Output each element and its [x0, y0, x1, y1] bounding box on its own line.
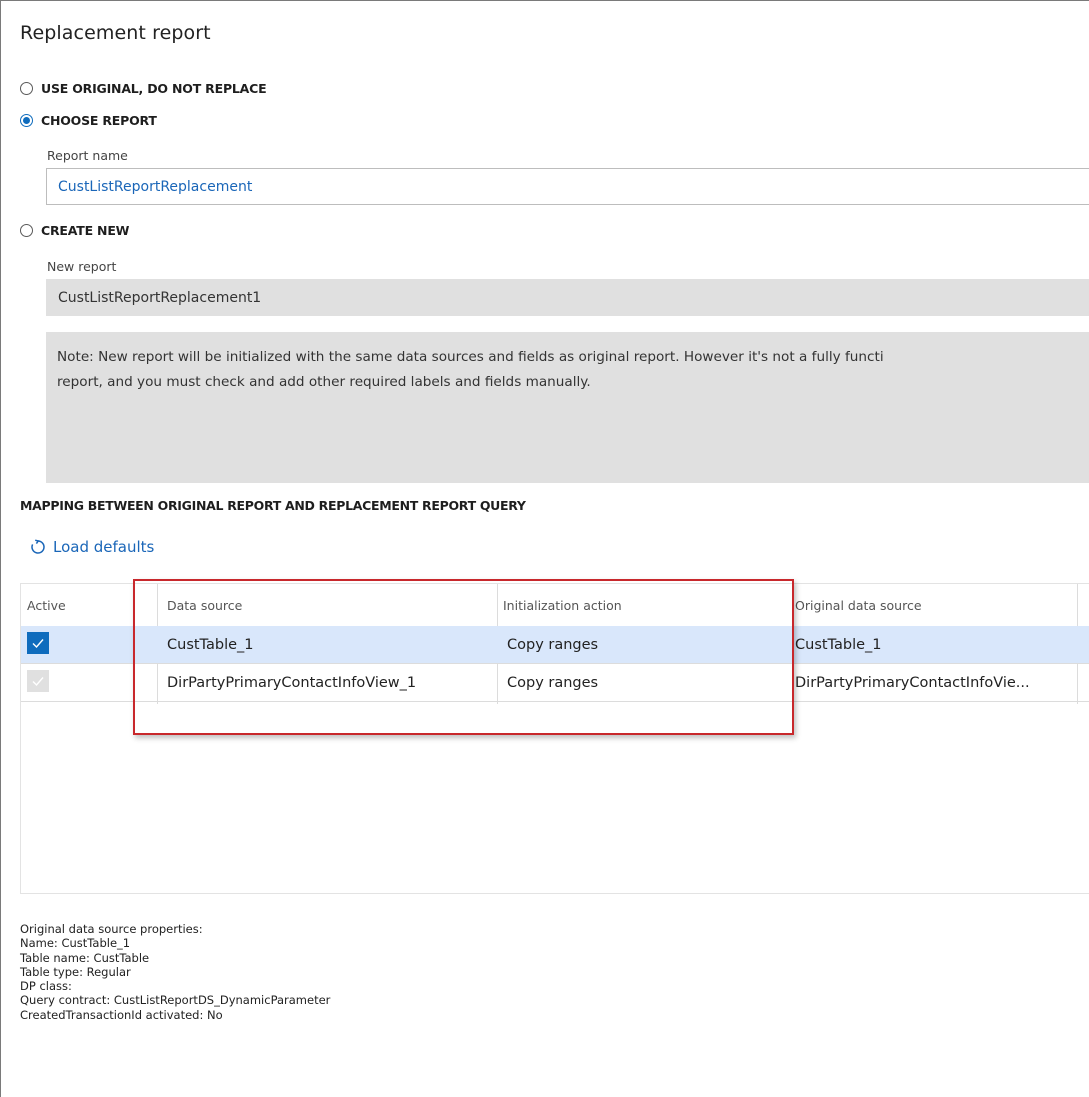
property-created-transaction: CreatedTransactionId activated: No [20, 1007, 223, 1022]
table-row[interactable]: CustTable_1 Copy ranges CustTable_1 [21, 626, 1089, 664]
property-table-name: Table name: CustTable [20, 950, 150, 965]
radio-use-original[interactable] [20, 82, 33, 95]
data-source-cell[interactable]: DirPartyPrimaryContactInfoView_1 [157, 664, 497, 701]
column-header-active[interactable]: Active [21, 584, 134, 626]
checkmark-icon [32, 639, 44, 649]
radio-create-new[interactable] [20, 224, 33, 237]
option-choose-report[interactable]: CHOOSE REPORT [20, 113, 157, 128]
new-report-value: CustListReportReplacement1 [58, 289, 262, 306]
properties-heading: Original data source properties: [20, 922, 203, 936]
init-action-cell[interactable]: Copy ranges [497, 664, 793, 701]
column-header-data-source[interactable]: Data source [161, 584, 497, 626]
load-defaults-button[interactable]: Load defaults [30, 538, 154, 556]
table-row[interactable]: DirPartyPrimaryContactInfoView_1 Copy ra… [21, 664, 1089, 702]
radio-choose-report[interactable] [20, 114, 33, 127]
data-source-properties: Original data source properties: Name: C… [20, 922, 330, 1022]
new-report-label: New report [47, 259, 117, 274]
property-query-contract: Query contract: CustListReportDS_Dynamic… [20, 993, 331, 1008]
mapping-grid: Active Data source Initialization action… [20, 583, 1089, 894]
grid-header: Active Data source Initialization action… [21, 584, 1089, 627]
active-checkbox[interactable] [27, 632, 49, 654]
option-use-original-label: USE ORIGINAL, DO NOT REPLACE [41, 81, 267, 96]
note-box: Note: New report will be initialized wit… [46, 332, 1089, 483]
page-title: Replacement report [20, 22, 211, 44]
column-header-original-data-source[interactable]: Original data source [789, 584, 1089, 626]
data-source-cell[interactable]: CustTable_1 [157, 626, 497, 663]
option-create-new[interactable]: CREATE NEW [20, 223, 129, 238]
property-dp-class: DP class: [20, 979, 72, 994]
init-action-cell[interactable]: Copy ranges [497, 626, 793, 663]
option-use-original[interactable]: USE ORIGINAL, DO NOT REPLACE [20, 81, 267, 96]
option-create-new-label: CREATE NEW [41, 223, 130, 238]
mapping-heading: MAPPING BETWEEN ORIGINAL REPORT AND REPL… [20, 498, 526, 513]
column-header-init-action[interactable]: Initialization action [497, 584, 793, 626]
report-name-value: CustListReportReplacement [58, 178, 253, 195]
load-defaults-label: Load defaults [53, 538, 155, 556]
active-checkbox[interactable] [27, 670, 49, 692]
report-name-label: Report name [47, 148, 128, 163]
option-choose-report-label: CHOOSE REPORT [41, 113, 157, 128]
property-name: Name: CustTable_1 [20, 936, 131, 951]
refresh-icon [31, 539, 45, 554]
original-data-source-cell[interactable]: CustTable_1 [793, 626, 1077, 663]
new-report-field[interactable]: CustListReportReplacement1 [46, 279, 1089, 316]
note-line-2: report, and you must check and add other… [57, 374, 591, 390]
checkmark-icon [32, 677, 44, 687]
original-data-source-cell[interactable]: DirPartyPrimaryContactInfoVie... [793, 664, 1077, 701]
property-table-type: Table type: Regular [20, 964, 131, 979]
note-line-1: Note: New report will be initialized wit… [57, 349, 884, 365]
report-name-field[interactable]: CustListReportReplacement [46, 168, 1089, 205]
